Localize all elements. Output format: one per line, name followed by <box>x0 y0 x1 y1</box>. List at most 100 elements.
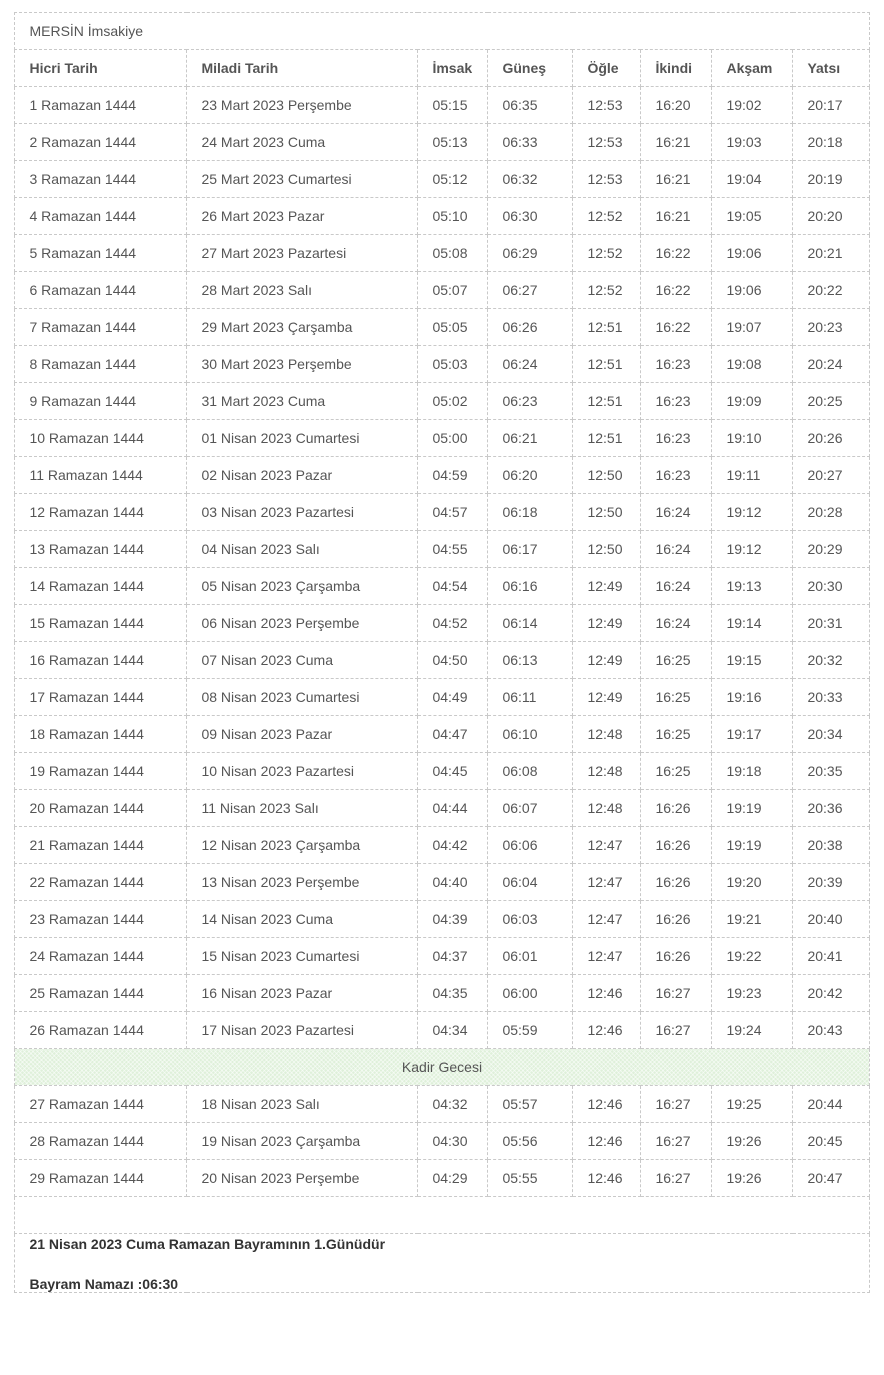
ogle-time-cell: 12:48 <box>572 789 642 827</box>
ogle-time-cell: 12:47 <box>572 826 642 864</box>
miladi-tarih-cell: 16 Nisan 2023 Pazar <box>186 974 419 1012</box>
ogle-time-cell: 12:53 <box>572 160 642 198</box>
ikindi-time-cell: 16:21 <box>640 160 713 198</box>
miladi-tarih-cell: 29 Mart 2023 Çarşamba <box>186 308 419 346</box>
imsak-time-cell: 04:50 <box>417 641 489 679</box>
aksam-time-cell: 19:12 <box>711 493 794 531</box>
hicri-tarih-cell: 14 Ramazan 1444 <box>14 567 188 605</box>
miladi-tarih-cell: 07 Nisan 2023 Cuma <box>186 641 419 679</box>
yatsi-time-cell: 20:35 <box>792 752 870 790</box>
hicri-tarih-cell: 8 Ramazan 1444 <box>14 345 188 383</box>
gunes-time-cell: 06:32 <box>487 160 574 198</box>
imsak-time-cell: 05:15 <box>417 86 489 124</box>
table-row: 22 Ramazan 1444 13 Nisan 2023 Perşembe 0… <box>14 863 870 901</box>
ogle-time-cell: 12:51 <box>572 382 642 420</box>
ogle-time-cell: 12:47 <box>572 937 642 975</box>
ikindi-time-cell: 16:24 <box>640 493 713 531</box>
yatsi-time-cell: 20:42 <box>792 974 870 1012</box>
table-row: 17 Ramazan 1444 08 Nisan 2023 Cumartesi … <box>14 678 870 716</box>
table-row: 14 Ramazan 1444 05 Nisan 2023 Çarşamba 0… <box>14 567 870 605</box>
gunes-time-cell: 06:03 <box>487 900 574 938</box>
imsak-time-cell: 05:08 <box>417 234 489 272</box>
hicri-tarih-cell: 18 Ramazan 1444 <box>14 715 188 753</box>
imsak-time-cell: 04:35 <box>417 974 489 1012</box>
imsak-time-cell: 04:42 <box>417 826 489 864</box>
imsak-time-cell: 05:05 <box>417 308 489 346</box>
gunes-time-cell: 06:29 <box>487 234 574 272</box>
hicri-tarih-cell: 26 Ramazan 1444 <box>14 1011 188 1049</box>
miladi-tarih-cell: 26 Mart 2023 Pazar <box>186 197 419 235</box>
imsak-time-cell: 05:10 <box>417 197 489 235</box>
ogle-time-cell: 12:50 <box>572 456 642 494</box>
table-row: 20 Ramazan 1444 11 Nisan 2023 Salı 04:44… <box>14 789 870 827</box>
ikindi-time-cell: 16:22 <box>640 308 713 346</box>
hicri-tarih-cell: 3 Ramazan 1444 <box>14 160 188 198</box>
hicri-tarih-cell: 27 Ramazan 1444 <box>14 1085 188 1123</box>
ikindi-time-cell: 16:27 <box>640 1122 713 1160</box>
imsakiye-page: MERSİN İmsakiye Hicri Tarih Miladi Tarih… <box>0 0 884 1293</box>
miladi-tarih-cell: 04 Nisan 2023 Salı <box>186 530 419 568</box>
miladi-tarih-cell: 30 Mart 2023 Perşembe <box>186 345 419 383</box>
yatsi-time-cell: 20:40 <box>792 900 870 938</box>
gunes-time-cell: 06:14 <box>487 604 574 642</box>
imsak-time-cell: 04:29 <box>417 1159 489 1197</box>
table-row: 3 Ramazan 1444 25 Mart 2023 Cumartesi 05… <box>14 160 870 198</box>
imsak-time-cell: 04:44 <box>417 789 489 827</box>
gunes-time-cell: 06:10 <box>487 715 574 753</box>
yatsi-time-cell: 20:47 <box>792 1159 870 1197</box>
yatsi-time-cell: 20:20 <box>792 197 870 235</box>
column-header-ogle: Öğle <box>572 49 642 87</box>
table-body: 1 Ramazan 1444 23 Mart 2023 Perşembe 05:… <box>14 86 870 1197</box>
ikindi-time-cell: 16:24 <box>640 530 713 568</box>
aksam-time-cell: 19:23 <box>711 974 794 1012</box>
yatsi-time-cell: 20:31 <box>792 604 870 642</box>
spacer-row <box>14 1196 870 1234</box>
table-row: 19 Ramazan 1444 10 Nisan 2023 Pazartesi … <box>14 752 870 790</box>
ikindi-time-cell: 16:24 <box>640 604 713 642</box>
aksam-time-cell: 19:03 <box>711 123 794 161</box>
hicri-tarih-cell: 7 Ramazan 1444 <box>14 308 188 346</box>
yatsi-time-cell: 20:26 <box>792 419 870 457</box>
ikindi-time-cell: 16:27 <box>640 1011 713 1049</box>
aksam-time-cell: 19:05 <box>711 197 794 235</box>
gunes-time-cell: 06:30 <box>487 197 574 235</box>
ikindi-time-cell: 16:26 <box>640 937 713 975</box>
table-row: 16 Ramazan 1444 07 Nisan 2023 Cuma 04:50… <box>14 641 870 679</box>
hicri-tarih-cell: 10 Ramazan 1444 <box>14 419 188 457</box>
hicri-tarih-cell: 13 Ramazan 1444 <box>14 530 188 568</box>
imsak-time-cell: 04:45 <box>417 752 489 790</box>
aksam-time-cell: 19:16 <box>711 678 794 716</box>
ogle-time-cell: 12:49 <box>572 604 642 642</box>
hicri-tarih-cell: 16 Ramazan 1444 <box>14 641 188 679</box>
yatsi-time-cell: 20:27 <box>792 456 870 494</box>
column-header-miladi-tarih: Miladi Tarih <box>186 49 419 87</box>
ikindi-time-cell: 16:21 <box>640 197 713 235</box>
imsakiye-table: MERSİN İmsakiye Hicri Tarih Miladi Tarih… <box>14 12 870 1293</box>
ikindi-time-cell: 16:26 <box>640 826 713 864</box>
ogle-time-cell: 12:46 <box>572 974 642 1012</box>
gunes-time-cell: 06:08 <box>487 752 574 790</box>
hicri-tarih-cell: 9 Ramazan 1444 <box>14 382 188 420</box>
miladi-tarih-cell: 15 Nisan 2023 Cumartesi <box>186 937 419 975</box>
gunes-time-cell: 06:06 <box>487 826 574 864</box>
ogle-time-cell: 12:49 <box>572 567 642 605</box>
ikindi-time-cell: 16:23 <box>640 456 713 494</box>
gunes-time-cell: 06:01 <box>487 937 574 975</box>
yatsi-time-cell: 20:22 <box>792 271 870 309</box>
table-row: 13 Ramazan 1444 04 Nisan 2023 Salı 04:55… <box>14 530 870 568</box>
ogle-time-cell: 12:48 <box>572 715 642 753</box>
ogle-time-cell: 12:53 <box>572 86 642 124</box>
ikindi-time-cell: 16:20 <box>640 86 713 124</box>
aksam-time-cell: 19:21 <box>711 900 794 938</box>
column-header-imsak: İmsak <box>417 49 489 87</box>
miladi-tarih-cell: 28 Mart 2023 Salı <box>186 271 419 309</box>
gunes-time-cell: 05:56 <box>487 1122 574 1160</box>
imsak-time-cell: 04:32 <box>417 1085 489 1123</box>
ikindi-time-cell: 16:24 <box>640 567 713 605</box>
miladi-tarih-cell: 13 Nisan 2023 Perşembe <box>186 863 419 901</box>
hicri-tarih-cell: 6 Ramazan 1444 <box>14 271 188 309</box>
aksam-time-cell: 19:07 <box>711 308 794 346</box>
gunes-time-cell: 06:35 <box>487 86 574 124</box>
ogle-time-cell: 12:52 <box>572 234 642 272</box>
gunes-time-cell: 06:07 <box>487 789 574 827</box>
